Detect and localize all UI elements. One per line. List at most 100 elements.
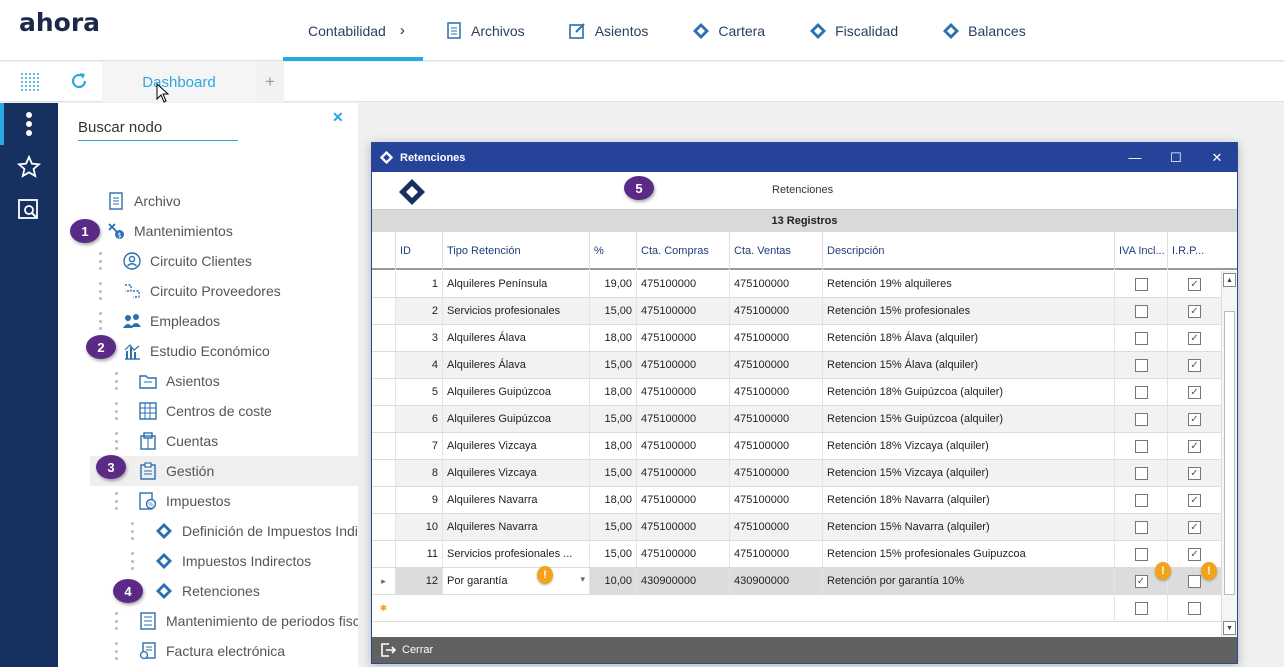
cell-compras[interactable]: 475100000 (636, 298, 729, 324)
cell-pct[interactable]: 15,00 (589, 352, 636, 378)
cell-desc[interactable]: Retencion 15% Navarra (alquiler) (822, 514, 1114, 540)
table-row[interactable]: 7 Alquileres Vizcaya 18,00 475100000 4751000… (372, 433, 1221, 460)
tipo-dropdown[interactable]: ▾ (442, 568, 589, 594)
table-row[interactable]: 11 Servicios profesionales ... 15,00 475100… (372, 541, 1221, 568)
row-indicator[interactable] (372, 460, 395, 486)
table-row[interactable]: 8 Alquileres Vizcaya 15,00 475100000 4751000… (372, 460, 1221, 487)
row-indicator[interactable] (372, 514, 395, 540)
irpf-checkbox[interactable] (1188, 601, 1201, 615)
cell-compras[interactable]: 475100000 (636, 271, 729, 297)
irpf-checkbox[interactable]: ✓ (1188, 277, 1201, 291)
irpf-checkbox[interactable]: ✓ (1188, 304, 1201, 318)
cell-compras[interactable]: 475100000 (636, 487, 729, 513)
row-indicator[interactable]: ▸ (372, 568, 395, 594)
table-row[interactable]: 5 Alquileres Guipúzcoa 18,00 475100000 47510… (372, 379, 1221, 406)
cell-tipo[interactable]: Alquileres Vizcaya (442, 433, 589, 459)
cell-tipo[interactable]: Alquileres Álava (442, 325, 589, 351)
tree-item-centros-de-coste[interactable]: Centros de coste (138, 396, 272, 426)
irpf-checkbox[interactable]: ✓ (1188, 439, 1201, 453)
iva-checkbox[interactable] (1134, 331, 1148, 345)
iva-checkbox[interactable] (1134, 547, 1148, 561)
close-icon[interactable]: ✕ (332, 109, 344, 126)
window-titlebar[interactable]: Retenciones (372, 143, 1237, 172)
cell-compras[interactable]: 430900000 (636, 568, 729, 594)
irpf-checkbox[interactable]: ✓ (1188, 331, 1201, 345)
nav-asientos[interactable]: Asientos (547, 0, 671, 61)
irpf-checkbox[interactable]: ✓ (1188, 385, 1201, 399)
cell-desc[interactable]: Retención 19% alquileres (822, 271, 1114, 297)
cell-id[interactable]: 5 (395, 379, 442, 405)
iva-checkbox[interactable] (1134, 493, 1148, 507)
cell-compras[interactable]: 475100000 (636, 460, 729, 486)
table-row[interactable]: 10 Alquileres Navarra 15,00 475100000 475100… (372, 514, 1221, 541)
tree-item-asientos[interactable]: Asientos (138, 366, 220, 396)
cell-compras[interactable]: 475100000 (636, 352, 729, 378)
cell-ventas[interactable]: 475100000 (729, 379, 822, 405)
cell-desc[interactable]: Retencion 15% Álava (alquiler) (822, 352, 1114, 378)
scroll-down-icon[interactable]: ▼ (1223, 621, 1236, 635)
dropdown-arrow-icon[interactable]: ▾ (580, 574, 585, 585)
iva-checkbox[interactable] (1134, 304, 1148, 318)
cell-id[interactable]: 9 (395, 487, 442, 513)
nav-balances[interactable]: Balances (920, 0, 1048, 61)
maximize-button[interactable]: ☐ (1156, 143, 1196, 172)
tree-item-circuito-proveedores[interactable]: Circuito Proveedores (122, 276, 281, 306)
cell-ventas[interactable]: 475100000 (729, 325, 822, 351)
cell-id[interactable]: 3 (395, 325, 442, 351)
column-header-id[interactable]: ID (395, 232, 442, 270)
cell-pct[interactable]: 10,00 (589, 568, 636, 594)
cell-id[interactable]: 10 (395, 514, 442, 540)
cell-ventas[interactable]: 475100000 (729, 514, 822, 540)
row-indicator[interactable] (372, 433, 395, 459)
iva-checkbox[interactable] (1134, 601, 1148, 615)
cell-desc[interactable]: Retención 18% Vizcaya (alquiler) (822, 433, 1114, 459)
vertical-scrollbar[interactable]: ▲ ▼ (1221, 271, 1237, 637)
table-row[interactable]: 1 Alquileres Península 19,00 475100000 47510… (372, 271, 1221, 298)
table-row[interactable]: 3 Alquileres Álava 18,00 475100000 475100000… (372, 325, 1221, 352)
more-vertical-icon[interactable] (16, 111, 42, 137)
tree-item-cuentas[interactable]: Cuentas (138, 426, 218, 456)
nav-contabilidad[interactable]: Contabilidad › (283, 0, 423, 61)
iva-checkbox[interactable] (1134, 385, 1148, 399)
cell-pct[interactable]: 15,00 (589, 298, 636, 324)
iva-checkbox[interactable] (1134, 520, 1148, 534)
cell-desc[interactable]: Retención 18% Navarra (alquiler) (822, 487, 1114, 513)
cell-pct[interactable]: 18,00 (589, 325, 636, 351)
cell-ventas[interactable]: 475100000 (729, 298, 822, 324)
tree-item-definicion-impuestos[interactable]: Definición de Impuestos Indirectos (154, 516, 358, 546)
row-indicator[interactable] (372, 487, 395, 513)
star-icon[interactable] (16, 154, 42, 180)
cell-desc[interactable]: Retención 18% Álava (alquiler) (822, 325, 1114, 351)
close-footer-button[interactable]: Cerrar (402, 644, 433, 656)
cell-pct[interactable]: 15,00 (589, 541, 636, 567)
new-row[interactable]: ✱ (372, 595, 1221, 622)
tree-item-estudio-economico[interactable]: Estudio Económico (122, 336, 270, 366)
cell-id[interactable]: 4 (395, 352, 442, 378)
cell-ventas[interactable]: 475100000 (729, 406, 822, 432)
row-indicator[interactable] (372, 298, 395, 324)
cell-ventas[interactable]: 475100000 (729, 487, 822, 513)
cell-compras[interactable]: 475100000 (636, 325, 729, 351)
cell-pct[interactable]: 15,00 (589, 460, 636, 486)
tree-item-periodos-fiscales[interactable]: Mantenimiento de periodos fiscales (138, 606, 358, 636)
cell-ventas[interactable]: 475100000 (729, 541, 822, 567)
cell-compras[interactable]: 475100000 (636, 433, 729, 459)
row-indicator[interactable] (372, 352, 395, 378)
cell-ventas[interactable]: 475100000 (729, 271, 822, 297)
cell-ventas[interactable]: 475100000 (729, 460, 822, 486)
cell-pct[interactable]: 15,00 (589, 406, 636, 432)
cell-id[interactable]: 11 (395, 541, 442, 567)
column-header-tipo[interactable]: Tipo Retención (442, 232, 589, 270)
close-window-button[interactable]: ✕ (1197, 143, 1237, 172)
tree-item-impuestos-indirectos[interactable]: Impuestos Indirectos (154, 546, 311, 576)
cell-id[interactable]: 8 (395, 460, 442, 486)
tree-item-mantenimientos[interactable]: $ Mantenimientos (106, 216, 233, 246)
cell-ventas[interactable]: 430900000 (729, 568, 822, 594)
column-header-descripcion[interactable]: Descripción (822, 232, 1114, 270)
cell-pct[interactable]: 19,00 (589, 271, 636, 297)
cell-pct[interactable]: 18,00 (589, 487, 636, 513)
nav-fiscalidad[interactable]: Fiscalidad (787, 0, 920, 61)
cell-id[interactable]: 2 (395, 298, 442, 324)
scroll-thumb[interactable] (1224, 311, 1235, 595)
row-indicator[interactable] (372, 271, 395, 297)
